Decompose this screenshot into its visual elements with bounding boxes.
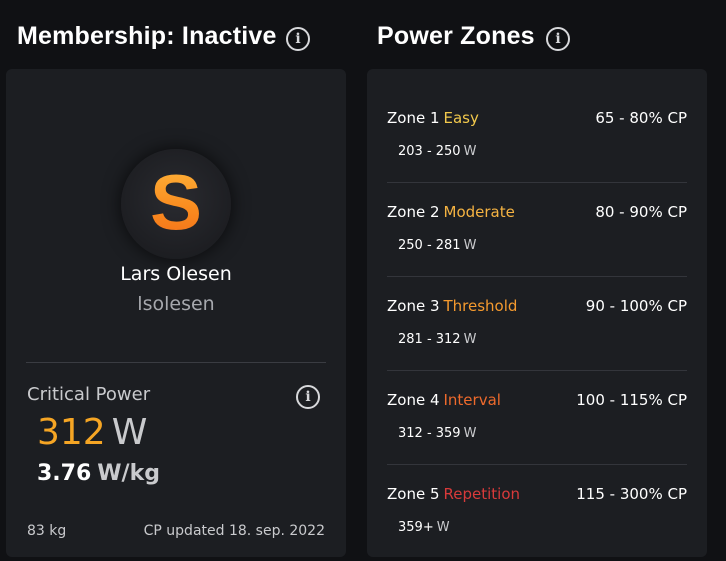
info-icon[interactable]: i [286, 27, 310, 51]
zone-row: Zone 5 Repetition 115 - 300% CP 359+ W [387, 465, 687, 559]
zone-row: Zone 1 Easy 65 - 80% CP 203 - 250 W [387, 89, 687, 183]
zone-percentage: 80 - 90% CP [595, 203, 687, 221]
critical-power-value: 312 W [37, 413, 147, 453]
cp-watts-per-kg: 3.76 W/kg [37, 461, 160, 486]
zone-range-unit: W [463, 144, 477, 159]
zone-row: Zone 2 Moderate 80 - 90% CP 250 - 281 W [387, 183, 687, 277]
zone-name: Zone 3 Threshold [387, 297, 517, 315]
zone-prefix: Zone 4 [387, 391, 440, 409]
zone-percentage: 90 - 100% CP [585, 297, 687, 315]
critical-power-info-icon[interactable]: i [296, 385, 320, 409]
zone-watt-range: 203 - 250 W [398, 144, 476, 159]
zone-range-unit: W [463, 238, 477, 253]
zone-label: Repetition [443, 485, 521, 503]
zone-label: Threshold [443, 297, 518, 315]
zone-label: Interval [443, 391, 501, 409]
zone-name: Zone 5 Repetition [387, 485, 520, 503]
cp-unit: W [111, 412, 148, 453]
profile-card: S Lars Olesen lsolesen Critical Power i … [6, 69, 346, 557]
cp-updated-date: CP updated 18. sep. 2022 [143, 523, 325, 539]
power-zones-info-icon[interactable]: i [546, 27, 570, 51]
zone-percentage: 100 - 115% CP [576, 391, 687, 409]
zone-prefix: Zone 5 [387, 485, 440, 503]
zone-label: Moderate [443, 203, 515, 221]
zone-range-value: 281 - 312 [398, 332, 461, 347]
power-zones-title: Power Zones [377, 22, 535, 50]
membership-title: Membership: Inactive [17, 22, 277, 50]
zone-percentage: 65 - 80% CP [595, 109, 687, 127]
zone-name: Zone 1 Easy [387, 109, 479, 127]
zone-watt-range: 281 - 312 W [398, 332, 476, 347]
zone-range-value: 203 - 250 [398, 144, 461, 159]
rider-weight: 83 kg [27, 523, 67, 539]
zone-label: Easy [443, 109, 479, 127]
zone-range-value: 359+ [398, 520, 434, 535]
cp-number: 312 [37, 412, 106, 453]
avatar[interactable]: S [121, 149, 231, 259]
zone-watt-range: 359+ W [398, 520, 450, 535]
wkg-unit: W/kg [97, 461, 160, 486]
divider [26, 362, 326, 363]
zone-range-value: 312 - 359 [398, 426, 461, 441]
zone-name: Zone 2 Moderate [387, 203, 515, 221]
power-zones-card: Zone 1 Easy 65 - 80% CP 203 - 250 W Zone 2… [367, 69, 707, 557]
zone-watt-range: 312 - 359 W [398, 426, 476, 441]
zone-range-unit: W [463, 426, 477, 441]
zone-percentage: 115 - 300% CP [576, 485, 687, 503]
app-root: Membership: Inactive i S Lars Olesen lso… [0, 0, 726, 561]
zone-watt-range: 250 - 281 W [398, 238, 476, 253]
wkg-number: 3.76 [37, 461, 92, 486]
zone-row: Zone 3 Threshold 90 - 100% CP 281 - 312 W [387, 277, 687, 371]
user-handle: lsolesen [137, 293, 215, 315]
zone-prefix: Zone 2 [387, 203, 440, 221]
zone-name: Zone 4 Interval [387, 391, 501, 409]
zone-range-unit: W [436, 520, 450, 535]
avatar-letter: S [149, 158, 203, 246]
zone-prefix: Zone 1 [387, 109, 440, 127]
zone-row: Zone 4 Interval 100 - 115% CP 312 - 359 W [387, 371, 687, 465]
zone-prefix: Zone 3 [387, 297, 440, 315]
user-name: Lars Olesen [120, 263, 232, 285]
zone-range-value: 250 - 281 [398, 238, 461, 253]
critical-power-label: Critical Power [27, 384, 151, 405]
zone-range-unit: W [463, 332, 477, 347]
